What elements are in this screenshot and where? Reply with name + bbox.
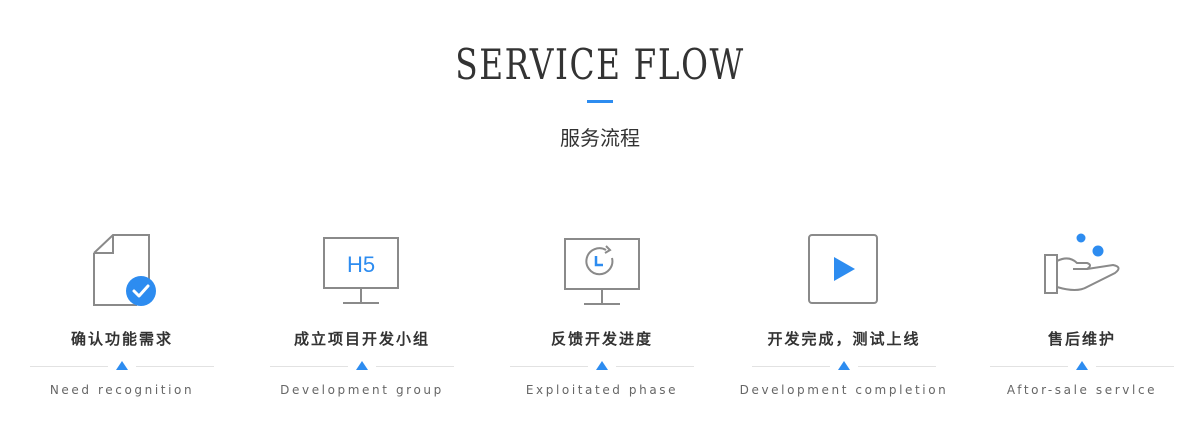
step-exploitated-phase: 反馈开发进度 Exploitated phase [502, 220, 702, 420]
divider-left [270, 366, 348, 367]
divider-left [30, 366, 108, 367]
divider-right [616, 366, 694, 367]
page-subtitle: 服务流程 [560, 126, 640, 150]
step-english-label: Exploitated phase [525, 383, 679, 397]
step-english-label: Development completion [739, 383, 949, 397]
triangle-marker-icon [1076, 361, 1088, 370]
step-english-label: Need recognition [49, 383, 195, 397]
step-after-sale-service: 售后维护 Aftor-sale servlce [982, 220, 1182, 420]
step-label: 确认功能需求 [70, 330, 173, 348]
divider-right [376, 366, 454, 367]
step-english-label: Development group [280, 383, 444, 397]
clock-monitor-icon [557, 225, 647, 310]
play-icon [799, 225, 889, 310]
triangle-marker-icon [356, 361, 368, 370]
triangle-marker-icon [596, 361, 608, 370]
step-label: 开发完成，测试上线 [767, 330, 921, 348]
step-label: 反馈开发进度 [550, 330, 653, 348]
service-flow-steps: 确认功能需求 Need recognition H5 成立项目开发小组 Deve… [0, 220, 1200, 420]
step-development-completion: 开发完成，测试上线 Development completion [740, 220, 946, 420]
divider-right [858, 366, 936, 367]
step-label: 售后维护 [1047, 330, 1116, 348]
step-label: 成立项目开发小组 [293, 330, 430, 348]
triangle-marker-icon [838, 361, 850, 370]
document-check-icon [77, 225, 167, 310]
step-need-recognition: 确认功能需求 Need recognition [22, 220, 222, 420]
hand-service-icon [1037, 225, 1127, 310]
triangle-marker-icon [116, 361, 128, 370]
divider-left [510, 366, 588, 367]
h5-monitor-icon: H5 [317, 225, 407, 310]
divider-right [136, 366, 214, 367]
title-divider [587, 100, 613, 103]
divider-left [990, 366, 1068, 367]
section-header: SERVICE FLOW 服务流程 [0, 0, 1200, 160]
h5-text: H5 [347, 252, 375, 277]
page-title: SERVICE FLOW [455, 40, 745, 89]
divider-right [1096, 366, 1174, 367]
divider-left [752, 366, 830, 367]
step-development-group: H5 成立项目开发小组 Development group [262, 220, 462, 420]
step-english-label: Aftor-sale servlce [1006, 383, 1158, 397]
